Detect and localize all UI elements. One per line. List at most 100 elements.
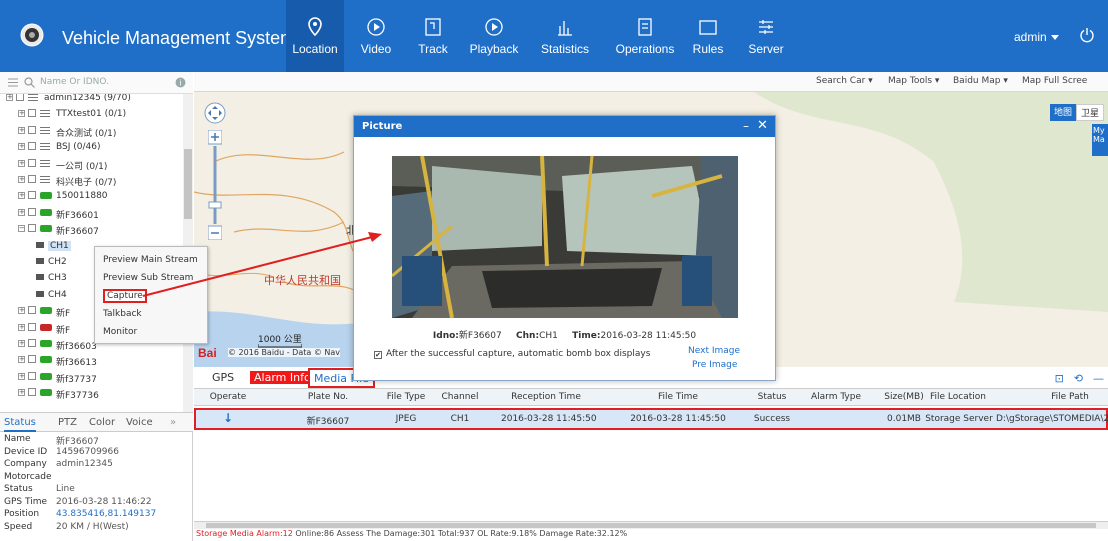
refresh-icon[interactable]: ⟲ <box>1074 372 1083 385</box>
column-header[interactable]: File Path <box>1020 392 1108 402</box>
info-icon[interactable]: i <box>175 77 186 88</box>
zoom-slider[interactable] <box>208 130 222 240</box>
column-header[interactable]: Operate <box>198 392 258 402</box>
expand-icon[interactable]: + <box>18 372 25 380</box>
tab-status[interactable]: Status <box>4 417 36 432</box>
tree-node[interactable]: + 一公司 (0/1) <box>0 156 184 172</box>
nav-track[interactable]: Track <box>412 0 454 72</box>
tab-voice[interactable]: Voice <box>126 417 153 428</box>
column-header[interactable]: Alarm Type <box>801 392 871 402</box>
search-input[interactable]: Name Or IDNO. <box>40 77 109 87</box>
search-car-button[interactable]: Search Car ▾ <box>816 76 873 86</box>
column-header[interactable]: Plate No. <box>288 392 368 402</box>
pan-control-icon[interactable] <box>204 102 226 124</box>
baidu-map-button[interactable]: Baidu Map ▾ <box>953 76 1008 86</box>
expand-icon[interactable]: + <box>18 176 25 183</box>
tree-checkbox[interactable] <box>28 322 36 331</box>
my-map-button[interactable]: My Ma <box>1092 124 1108 156</box>
dialog-titlebar[interactable]: Picture – ✕ <box>354 116 775 137</box>
expand-icon[interactable]: + <box>18 192 25 200</box>
expand-icon[interactable]: + <box>18 389 25 397</box>
collapse-icon[interactable]: » <box>170 417 176 428</box>
tree-node[interactable]: + admin12345 (9/70) <box>0 94 184 106</box>
tree-checkbox[interactable] <box>28 191 36 200</box>
expand-icon[interactable]: + <box>18 110 25 118</box>
table-scroll-thumb[interactable] <box>206 523 1096 528</box>
tree-scroll-thumb[interactable] <box>184 149 192 219</box>
expand-icon[interactable]: + <box>18 323 25 331</box>
nav-video[interactable]: Video <box>355 0 397 72</box>
menu-preview-sub-stream[interactable]: Preview Sub Stream <box>103 273 193 283</box>
table-row[interactable]: ↓ 新F36607 JPEG CH1 2016-03-28 11:45:50 2016-0… <box>194 408 1108 430</box>
expand-icon[interactable]: + <box>18 159 25 167</box>
column-header[interactable]: Channel <box>440 392 480 402</box>
nav-server[interactable]: Server <box>743 0 789 72</box>
column-header[interactable]: Status <box>742 392 802 402</box>
map-type-map[interactable]: 地图 <box>1049 104 1076 121</box>
tree-node[interactable]: + 新F37736 <box>0 385 184 401</box>
tree-checkbox[interactable] <box>28 371 36 380</box>
menu-preview-main-stream[interactable]: Preview Main Stream <box>103 255 198 265</box>
map-tools-button[interactable]: Map Tools ▾ <box>888 76 939 86</box>
expand-icon[interactable]: − <box>18 225 25 233</box>
expand-icon[interactable]: + <box>18 126 25 134</box>
nav-statistics[interactable]: Statistics <box>537 0 593 72</box>
next-image-link[interactable]: Next Image <box>688 346 740 356</box>
table-scrollbar[interactable] <box>194 521 1108 529</box>
menu-monitor[interactable]: Monitor <box>103 327 137 337</box>
tree-node[interactable]: + 新f37737 <box>0 369 184 385</box>
tree-checkbox[interactable] <box>16 94 24 101</box>
tree-checkbox[interactable] <box>28 125 36 134</box>
expand-icon[interactable]: + <box>6 94 13 101</box>
power-icon[interactable] <box>1080 27 1094 43</box>
menu-talkback[interactable]: Talkback <box>103 309 142 319</box>
tree-checkbox[interactable] <box>28 306 36 315</box>
nav-operations[interactable]: Operations <box>612 0 678 72</box>
chevron-down-icon[interactable] <box>1051 35 1059 41</box>
auto-popup-checkbox[interactable]: ✔ <box>374 351 382 359</box>
menu-capture[interactable]: Capture <box>103 289 147 303</box>
full-screen-button[interactable]: Map Full Scree <box>1022 76 1087 86</box>
tab-ptz[interactable]: PTZ <box>58 417 77 428</box>
nav-location[interactable]: Location <box>286 0 344 72</box>
column-header[interactable]: File Location <box>918 392 998 402</box>
tree-node[interactable]: + 新F36601 <box>0 205 184 221</box>
search-icon[interactable] <box>24 77 35 88</box>
lock-icon[interactable]: ⊡ <box>1055 372 1064 385</box>
nav-rules[interactable]: Rules <box>688 0 728 72</box>
list-icon[interactable] <box>8 78 18 87</box>
minimize-icon[interactable]: — <box>1093 372 1104 385</box>
prev-image-link[interactable]: Pre Image <box>692 360 737 370</box>
tree-checkbox[interactable] <box>28 207 36 216</box>
tree-node[interactable]: +150011880 <box>0 188 184 204</box>
expand-icon[interactable]: + <box>18 307 25 315</box>
column-header[interactable]: File Time <box>628 392 728 402</box>
download-icon[interactable]: ↓ <box>198 411 258 425</box>
expand-icon[interactable]: + <box>18 340 25 347</box>
column-header[interactable]: File Type <box>376 392 436 402</box>
tree-node[interactable]: + 科兴电子 (0/7) <box>0 172 184 188</box>
tab-alarm-info[interactable]: Alarm Info <box>250 371 315 384</box>
tree-node[interactable]: + 新f36613 <box>0 352 184 368</box>
tab-gps[interactable]: GPS <box>212 371 234 384</box>
tree-node[interactable]: + 合众测试 (0/1) <box>0 123 184 139</box>
info-value[interactable]: 43.835416,81.149137 <box>56 509 156 519</box>
close-icon[interactable]: ✕ <box>757 118 768 133</box>
tree-checkbox[interactable] <box>28 355 36 364</box>
column-header[interactable]: Reception Time <box>501 392 591 402</box>
tree-checkbox[interactable] <box>28 388 36 397</box>
user-menu[interactable]: admin <box>1014 30 1047 44</box>
expand-icon[interactable]: + <box>18 356 25 364</box>
map-type-satellite[interactable]: 卫星 <box>1075 104 1104 121</box>
minimize-icon[interactable]: – <box>743 119 749 133</box>
tree-node[interactable]: + TTXtest01 (0/1) <box>0 106 184 122</box>
nav-playback[interactable]: Playback <box>465 0 523 72</box>
tree-checkbox[interactable] <box>28 175 36 183</box>
expand-icon[interactable]: + <box>18 208 25 216</box>
tree-checkbox[interactable] <box>28 158 36 167</box>
tree-node[interactable]: − 新F36607 <box>0 221 184 237</box>
expand-icon[interactable]: + <box>18 143 25 151</box>
tree-checkbox[interactable] <box>28 339 36 347</box>
tree-node[interactable]: + BSJ (0/46) <box>0 139 184 155</box>
tree-checkbox[interactable] <box>28 109 36 118</box>
